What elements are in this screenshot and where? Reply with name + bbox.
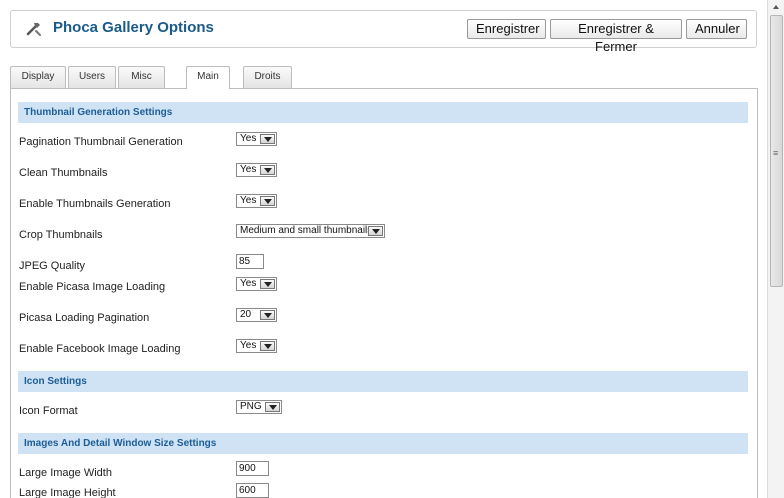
picasa-pagination-label: Picasa Loading Pagination [19,312,150,324]
section-thumbnail-header: Thumbnail Generation Settings [18,102,748,123]
facebook-loading-select[interactable]: Yes [236,339,277,353]
crop-thumbs-select[interactable]: Medium and small thumbnails [236,224,385,238]
save-close-button[interactable]: Enregistrer & Fermer [550,19,682,54]
page-title: Phoca Gallery Options [53,19,214,36]
enable-thumbs-label: Enable Thumbnails Generation [19,198,171,210]
section-images-header: Images And Detail Window Size Settings [18,433,748,454]
settings-panel: Thumbnail Generation Settings Pagination… [10,88,758,498]
enable-thumbs-value: Yes [240,195,257,206]
chevron-down-icon [260,310,275,320]
large-width-label: Large Image Width [19,467,112,479]
chevron-down-icon [260,134,275,144]
pagination-thumb-label: Pagination Thumbnail Generation [19,136,183,148]
crop-thumbs-value: Medium and small thumbnails [240,225,373,236]
chevron-down-icon [368,226,383,236]
options-page: Phoca Gallery Options Enregistrer Enregi… [0,0,784,498]
large-height-input[interactable] [236,483,269,498]
large-width-input[interactable] [236,461,269,476]
chevron-down-icon [260,196,275,206]
chevron-down-icon [260,279,275,289]
clean-thumbs-select[interactable]: Yes [236,163,277,177]
enable-thumbs-select[interactable]: Yes [236,194,277,208]
jpeg-quality-input[interactable] [236,254,264,269]
toolbar: Phoca Gallery Options Enregistrer Enregi… [10,10,757,54]
tools-icon [25,20,43,38]
vertical-scrollbar[interactable]: ≡ [767,0,784,498]
picasa-pagination-select[interactable]: 20 [236,308,277,322]
facebook-loading-value: Yes [240,340,257,351]
icon-format-value: PNG [240,401,262,412]
picasa-loading-value: Yes [240,278,257,289]
tab-users[interactable]: Users [68,66,116,88]
section-icon-header: Icon Settings [18,371,748,392]
picasa-loading-label: Enable Picasa Image Loading [19,281,166,293]
cancel-button[interactable]: Annuler [686,19,747,39]
tab-droits[interactable]: Droits [243,66,292,88]
pagination-thumb-value: Yes [240,133,257,144]
scroll-up-icon[interactable] [770,1,783,13]
icon-format-label: Icon Format [19,405,78,417]
clean-thumbs-label: Clean Thumbnails [19,167,108,179]
tab-main[interactable]: Main [186,66,230,89]
large-height-label: Large Image Height [19,487,116,498]
scroll-thumb[interactable]: ≡ [770,15,783,287]
facebook-loading-label: Enable Facebook Image Loading [19,343,181,355]
tab-display[interactable]: Display [10,66,66,88]
tab-misc[interactable]: Misc [118,66,165,88]
crop-thumbs-label: Crop Thumbnails [19,229,103,241]
chevron-down-icon [260,341,275,351]
picasa-pagination-value: 20 [240,309,252,320]
chevron-down-icon [260,165,275,175]
grip-icon: ≡ [773,148,779,158]
picasa-loading-select[interactable]: Yes [236,277,277,291]
jpeg-quality-label: JPEG Quality [19,260,86,272]
pagination-thumb-select[interactable]: Yes [236,132,277,146]
chevron-down-icon [265,402,280,412]
icon-format-select[interactable]: PNG [236,400,282,414]
save-button[interactable]: Enregistrer [467,19,546,39]
clean-thumbs-value: Yes [240,164,257,175]
